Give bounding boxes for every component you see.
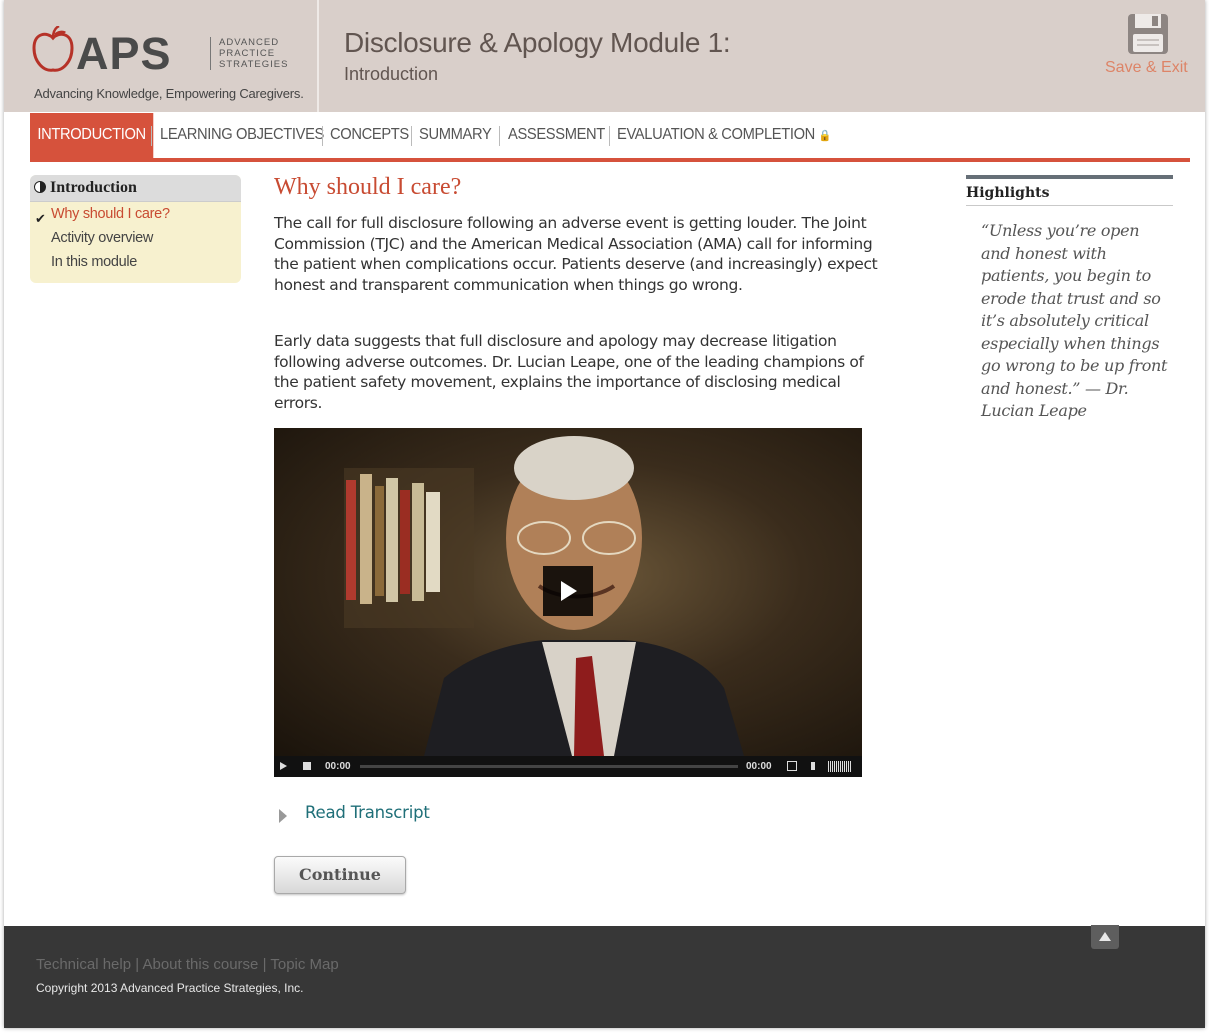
fullscreen-icon[interactable] <box>787 761 797 771</box>
back-to-top-button[interactable] <box>1091 925 1119 949</box>
read-transcript-label: Read Transcript <box>305 803 430 822</box>
save-exit-label: Save & Exit <box>1105 59 1188 76</box>
nav-tab-evaluation-completion[interactable]: EVALUATION & COMPLETION 🔒 <box>617 113 831 159</box>
footer-separator: | <box>262 956 267 973</box>
video-controls: 00:00 00:00 <box>274 756 862 777</box>
body-paragraph: Early data suggests that full disclosure… <box>274 332 864 412</box>
tagline: Advancing Knowledge, Empowering Caregive… <box>34 86 304 101</box>
aps-logo: APS ADVANCED PRACTICE STRATEGIES Advanci… <box>4 0 319 112</box>
highlights-panel: Highlights “Unless you’re open and hones… <box>966 175 1173 423</box>
nav-tab-summary[interactable]: SUMMARY <box>419 113 492 159</box>
module-title: Disclosure & Apology Module 1: <box>344 27 731 58</box>
sidebar-item-activity-overview[interactable]: Activity overview <box>51 230 153 246</box>
highlights-title: Highlights <box>966 179 1173 206</box>
video-player: 00:00 00:00 <box>274 428 862 777</box>
logo-sub-line: ADVANCED <box>219 37 280 48</box>
seek-bar[interactable] <box>360 765 738 768</box>
triangle-right-icon <box>279 809 287 823</box>
lock-icon: 🔒 <box>818 130 832 142</box>
sidebar-item-in-this-module[interactable]: In this module <box>51 254 137 270</box>
sidebar-heading: Introduction <box>30 175 241 202</box>
section-sidebar: Introduction ✔ Why should I care? Activi… <box>30 175 241 283</box>
total-time: 00:00 <box>746 761 772 772</box>
footer-links: Technical help | About this course | Top… <box>36 956 339 973</box>
logo-subtext: ADVANCED PRACTICE STRATEGIES <box>210 37 288 70</box>
nav-tab-introduction[interactable]: INTRODUCTION <box>30 113 154 159</box>
nav-divider <box>499 126 500 146</box>
module-subtitle: Introduction <box>344 64 439 84</box>
nav-divider <box>411 126 412 146</box>
nav-divider <box>609 126 610 146</box>
apple-logo-icon <box>32 26 74 72</box>
main-nav: INTRODUCTION LEARNING OBJECTIVES CONCEPT… <box>30 113 1190 159</box>
nav-tab-assessment[interactable]: ASSESSMENT <box>508 113 605 159</box>
header: APS ADVANCED PRACTICE STRATEGIES Advanci… <box>4 0 1205 112</box>
volume-slider[interactable] <box>828 761 852 772</box>
speaker-icon[interactable] <box>811 762 815 770</box>
nav-underline <box>30 158 1190 162</box>
footer-separator: | <box>135 956 140 973</box>
footer <box>4 926 1205 1028</box>
nav-divider <box>322 126 323 146</box>
video-frame <box>274 428 862 756</box>
app-frame: APS ADVANCED PRACTICE STRATEGIES Advanci… <box>4 0 1205 1028</box>
nav-tab-concepts[interactable]: CONCEPTS <box>330 113 409 159</box>
page-title: Why should I care? <box>274 174 462 200</box>
nav-divider <box>151 126 152 146</box>
about-course-link[interactable]: About this course <box>142 956 258 973</box>
technical-help-link[interactable]: Technical help <box>36 956 131 973</box>
nav-tab-label: EVALUATION & COMPLETION <box>617 126 815 143</box>
play-button[interactable] <box>543 566 593 616</box>
copyright: Copyright 2013 Advanced Practice Strateg… <box>36 981 304 995</box>
nav-tab-learning-objectives[interactable]: LEARNING OBJECTIVES <box>160 113 324 159</box>
highlight-quote: “Unless you’re open and honest with pati… <box>981 221 1168 420</box>
progress-half-icon <box>34 181 46 193</box>
body-paragraph: The call for full disclosure following a… <box>274 214 878 294</box>
logo-sub-line: PRACTICE <box>219 48 276 59</box>
checkmark-icon: ✔ <box>35 211 46 226</box>
current-time: 00:00 <box>325 761 351 772</box>
stop-icon[interactable] <box>303 762 311 770</box>
logo-letters: APS <box>76 28 172 79</box>
sidebar-item-why-should-i-care[interactable]: Why should I care? <box>51 206 170 222</box>
continue-button[interactable]: Continue <box>274 856 406 894</box>
topic-map-link[interactable]: Topic Map <box>270 956 338 973</box>
logo-sub-line: STRATEGIES <box>219 59 289 70</box>
sidebar-heading-label: Introduction <box>50 179 137 196</box>
floppy-disk-icon <box>1128 14 1168 54</box>
play-icon[interactable] <box>280 762 287 770</box>
save-exit-button[interactable]: Save & Exit <box>1100 10 1200 80</box>
